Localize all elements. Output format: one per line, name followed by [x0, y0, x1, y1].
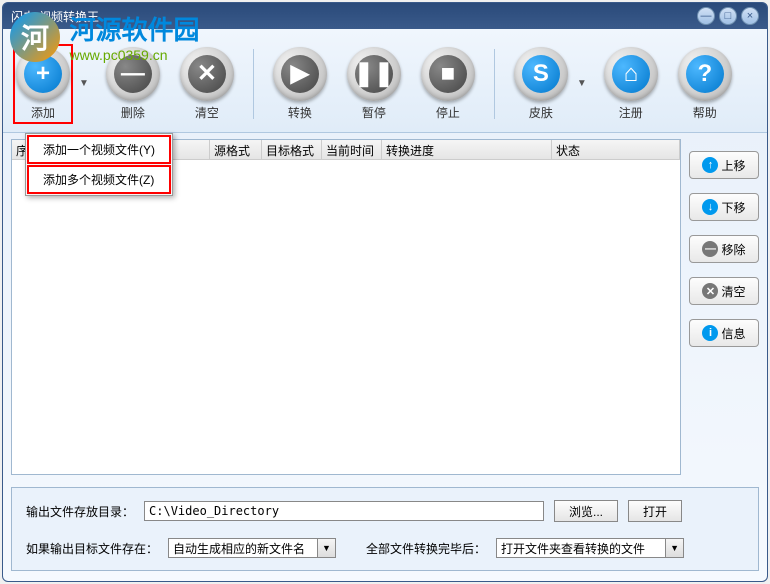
- col-curtime[interactable]: 当前时间: [322, 140, 382, 159]
- col-tgtfmt[interactable]: 目标格式: [262, 140, 322, 159]
- move-down-button[interactable]: ↓下移: [689, 193, 759, 221]
- arrow-up-icon: ↑: [702, 157, 718, 173]
- output-row: 输出文件存放目录： 浏览... 打开: [26, 500, 744, 522]
- add-button[interactable]: + 添加: [13, 44, 73, 124]
- output-dir-input[interactable]: [144, 501, 544, 521]
- register-button[interactable]: ⌂ 注册: [601, 44, 661, 124]
- minimize-button[interactable]: —: [697, 7, 715, 25]
- skin-button[interactable]: S 皮肤: [511, 44, 571, 124]
- toolbar: + 添加 ▼ — 删除 ✕ 清空 ▶ 转换 ❚❚ 暂停 ■ 停止 S 皮肤 ▼: [3, 29, 767, 133]
- browse-button[interactable]: 浏览...: [554, 500, 618, 522]
- minus-icon: —: [702, 241, 718, 257]
- info-icon: i: [702, 325, 718, 341]
- add-dropdown-arrow[interactable]: ▼: [79, 78, 89, 89]
- delete-button[interactable]: — 删除: [103, 44, 163, 124]
- stop-button[interactable]: ■ 停止: [418, 44, 478, 124]
- col-srcfmt[interactable]: 源格式: [210, 140, 262, 159]
- remove-button[interactable]: —移除: [689, 235, 759, 263]
- col-progress[interactable]: 转换进度: [382, 140, 552, 159]
- side-buttons: ↑上移 ↓下移 —移除 ✕清空 i信息: [689, 139, 759, 475]
- pause-button[interactable]: ❚❚ 暂停: [344, 44, 404, 124]
- col-status[interactable]: 状态: [552, 140, 680, 159]
- x-icon: ✕: [702, 283, 718, 299]
- exist-label: 如果输出目标文件存在：: [26, 540, 158, 557]
- bottom-panel: 输出文件存放目录： 浏览... 打开 如果输出目标文件存在： ▼ 全部文件转换完…: [11, 487, 759, 571]
- clear-icon: ✕: [180, 47, 234, 101]
- clear-side-button[interactable]: ✕清空: [689, 277, 759, 305]
- table-body[interactable]: [12, 160, 680, 474]
- toolbar-separator: [494, 49, 495, 119]
- add-multiple-files-item[interactable]: 添加多个视频文件(Z): [27, 165, 171, 194]
- add-icon: +: [16, 47, 70, 101]
- after-select-arrow[interactable]: ▼: [666, 538, 684, 558]
- exist-select-arrow[interactable]: ▼: [318, 538, 336, 558]
- close-button[interactable]: ×: [741, 7, 759, 25]
- stop-icon: ■: [421, 47, 475, 101]
- titlebar[interactable]: 闪电·视频转换王 — □ ×: [3, 3, 767, 29]
- pause-icon: ❚❚: [347, 47, 401, 101]
- exist-select[interactable]: [168, 538, 318, 558]
- add-one-file-item[interactable]: 添加一个视频文件(Y): [27, 135, 171, 164]
- info-button[interactable]: i信息: [689, 319, 759, 347]
- after-label: 全部文件转换完毕后：: [366, 540, 486, 557]
- output-dir-label: 输出文件存放目录：: [26, 503, 134, 520]
- play-icon: ▶: [273, 47, 327, 101]
- skin-icon: S: [514, 47, 568, 101]
- window-title: 闪电·视频转换王: [11, 8, 697, 25]
- skin-dropdown-arrow[interactable]: ▼: [577, 78, 587, 89]
- help-button[interactable]: ? 帮助: [675, 44, 735, 124]
- titlebar-buttons: — □ ×: [697, 7, 759, 25]
- toolbar-separator: [253, 49, 254, 119]
- convert-button[interactable]: ▶ 转换: [270, 44, 330, 124]
- main-window: 闪电·视频转换王 — □ × + 添加 ▼ — 删除 ✕ 清空 ▶ 转换 ❚❚ …: [2, 2, 768, 582]
- move-up-button[interactable]: ↑上移: [689, 151, 759, 179]
- clear-button[interactable]: ✕ 清空: [177, 44, 237, 124]
- home-icon: ⌂: [604, 47, 658, 101]
- open-button[interactable]: 打开: [628, 500, 682, 522]
- maximize-button[interactable]: □: [719, 7, 737, 25]
- options-row: 如果输出目标文件存在： ▼ 全部文件转换完毕后： ▼: [26, 538, 744, 558]
- arrow-down-icon: ↓: [702, 199, 718, 215]
- help-icon: ?: [678, 47, 732, 101]
- after-select[interactable]: [496, 538, 666, 558]
- delete-icon: —: [106, 47, 160, 101]
- add-dropdown-menu: 添加一个视频文件(Y) 添加多个视频文件(Z): [25, 133, 173, 196]
